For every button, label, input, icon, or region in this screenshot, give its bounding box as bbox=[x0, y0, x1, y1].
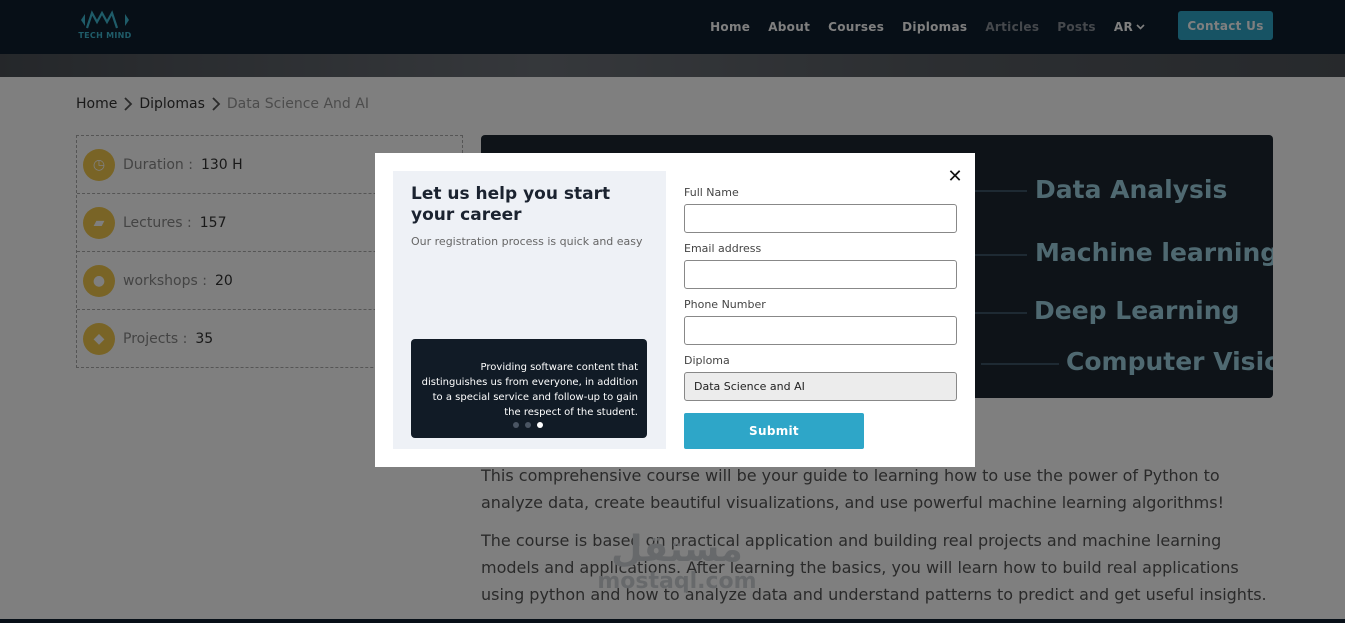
carousel-dot-active[interactable] bbox=[537, 422, 543, 428]
carousel-dots bbox=[513, 422, 543, 428]
modal-title: Let us help you start your career bbox=[411, 184, 611, 225]
email-input[interactable] bbox=[684, 260, 957, 289]
diploma-label: Diploma bbox=[684, 354, 730, 367]
carousel-dot[interactable] bbox=[513, 422, 519, 428]
modal-subtitle: Our registration process is quick and ea… bbox=[411, 235, 643, 248]
submit-button[interactable]: Submit bbox=[684, 413, 864, 449]
phone-input[interactable] bbox=[684, 316, 957, 345]
email-label: Email address bbox=[684, 242, 762, 255]
full-name-input[interactable] bbox=[684, 204, 957, 233]
close-icon[interactable]: ✕ bbox=[945, 166, 965, 188]
slide-text: Providing software content that distingu… bbox=[421, 362, 638, 418]
phone-label: Phone Number bbox=[684, 298, 766, 311]
diploma-select[interactable]: Data Science and AI bbox=[684, 372, 957, 401]
carousel-dot[interactable] bbox=[525, 422, 531, 428]
full-name-label: Full Name bbox=[684, 186, 739, 199]
